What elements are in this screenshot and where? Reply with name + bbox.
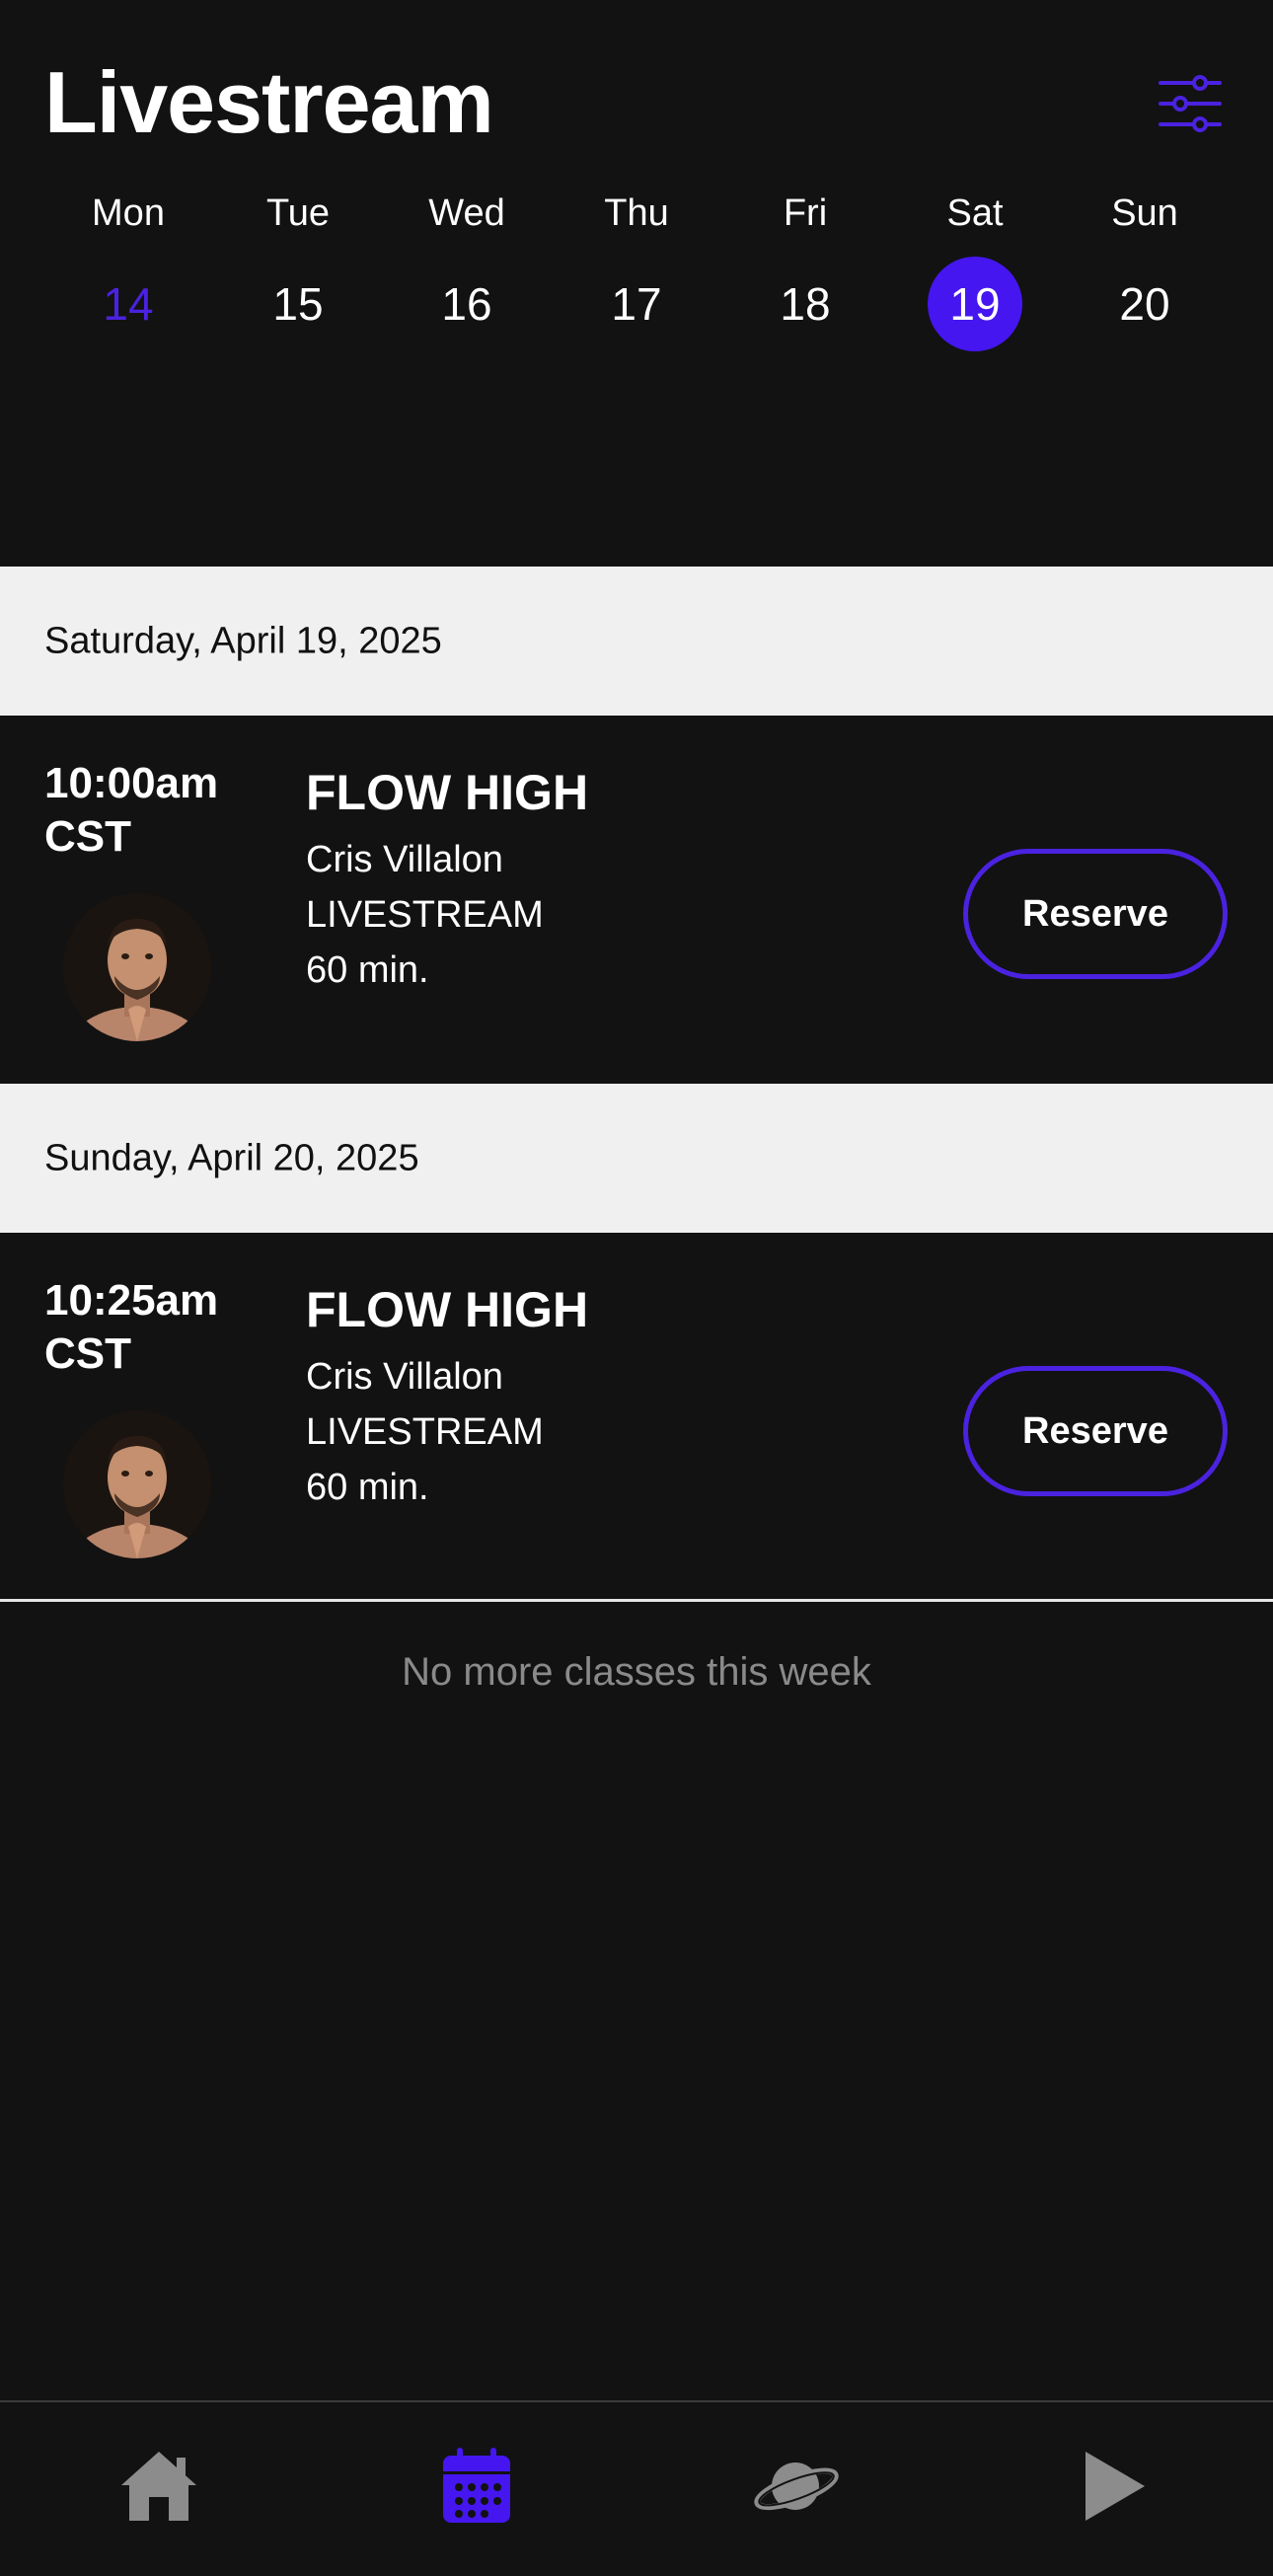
instructor-avatar xyxy=(63,1410,211,1558)
page-title: Livestream xyxy=(44,53,494,151)
day-mon[interactable]: Mon 14 xyxy=(69,188,187,365)
day-sat[interactable]: Sat 19 xyxy=(916,188,1034,365)
class-timezone: CST xyxy=(44,1329,131,1378)
class-type: LIVESTREAM xyxy=(306,1411,544,1453)
day-thu[interactable]: Thu 17 xyxy=(577,188,696,365)
date-section-header: Sunday, April 20, 2025 xyxy=(0,1084,1273,1233)
class-card: 10:25am CST FLOW HIGH Cris Villalon LIVE… xyxy=(0,1233,1273,1601)
planet-icon xyxy=(754,2462,839,2511)
day-tue[interactable]: Tue 15 xyxy=(239,188,357,365)
day-number: 18 xyxy=(780,278,831,330)
class-timezone: CST xyxy=(44,812,131,861)
tab-home[interactable] xyxy=(110,2442,208,2531)
class-time-value: 10:25am xyxy=(44,1276,219,1325)
class-name: FLOW HIGH xyxy=(306,765,589,820)
reserve-button[interactable]: Reserve xyxy=(963,849,1228,979)
class-duration: 60 min. xyxy=(306,1467,429,1508)
day-number-selected: 19 xyxy=(928,257,1022,351)
section-date: Saturday, April 19, 2025 xyxy=(44,620,442,661)
section-date: Sunday, April 20, 2025 xyxy=(44,1137,419,1178)
tab-explore[interactable] xyxy=(746,2442,845,2531)
home-icon xyxy=(121,2452,196,2521)
divider xyxy=(0,1599,1273,1602)
day-fri[interactable]: Fri 18 xyxy=(746,188,864,365)
class-time: 10:25am CST xyxy=(44,1274,218,1381)
empty-state-message: No more classes this week xyxy=(402,1650,871,1694)
class-duration: 60 min. xyxy=(306,949,429,991)
class-time-value: 10:00am xyxy=(44,759,219,807)
day-number: 15 xyxy=(272,278,324,330)
day-name: Wed xyxy=(428,192,505,234)
day-number: 17 xyxy=(611,278,662,330)
day-name: Thu xyxy=(604,192,669,234)
class-name: FLOW HIGH xyxy=(306,1282,589,1337)
class-type: LIVESTREAM xyxy=(306,894,544,936)
avatar-image xyxy=(63,1410,211,1558)
tab-videos[interactable] xyxy=(1064,2442,1162,2531)
bottom-tab-bar xyxy=(0,2400,1273,2576)
page: Livestream Mon 14 Tue 15 Wed 16 Thu 17 F… xyxy=(0,0,1273,2576)
date-section-header: Saturday, April 19, 2025 xyxy=(0,567,1273,716)
instructor-name: Cris Villalon xyxy=(306,1356,503,1398)
day-number: 16 xyxy=(441,278,492,330)
day-name: Sat xyxy=(946,192,1004,234)
class-info: FLOW HIGH Cris Villalon LIVESTREAM 60 mi… xyxy=(306,1278,588,1515)
avatar-image xyxy=(63,893,211,1041)
tab-schedule[interactable] xyxy=(427,2442,526,2531)
day-number: 14 xyxy=(103,278,154,330)
instructor-name: Cris Villalon xyxy=(306,839,503,880)
class-info: FLOW HIGH Cris Villalon LIVESTREAM 60 mi… xyxy=(306,761,588,998)
class-time: 10:00am CST xyxy=(44,757,218,864)
day-name: Fri xyxy=(783,192,828,234)
play-icon xyxy=(1086,2452,1145,2521)
day-number: 20 xyxy=(1119,278,1170,330)
week-strip: Mon 14 Tue 15 Wed 16 Thu 17 Fri 18 Sat 1… xyxy=(0,188,1273,365)
day-name: Sun xyxy=(1111,192,1178,234)
day-name: Tue xyxy=(265,192,331,234)
filter-button[interactable] xyxy=(1153,69,1228,138)
sliders-icon xyxy=(1159,75,1222,132)
header: Livestream Mon 14 Tue 15 Wed 16 Thu 17 F… xyxy=(0,0,1273,567)
class-card: 10:00am CST FLOW HIGH Cris Villalon LIVE… xyxy=(0,716,1273,1084)
reserve-button[interactable]: Reserve xyxy=(963,1366,1228,1496)
calendar-icon xyxy=(443,2448,510,2523)
instructor-avatar xyxy=(63,893,211,1041)
day-name: Mon xyxy=(92,192,165,234)
day-wed[interactable]: Wed 16 xyxy=(408,188,526,365)
day-sun[interactable]: Sun 20 xyxy=(1086,188,1204,365)
